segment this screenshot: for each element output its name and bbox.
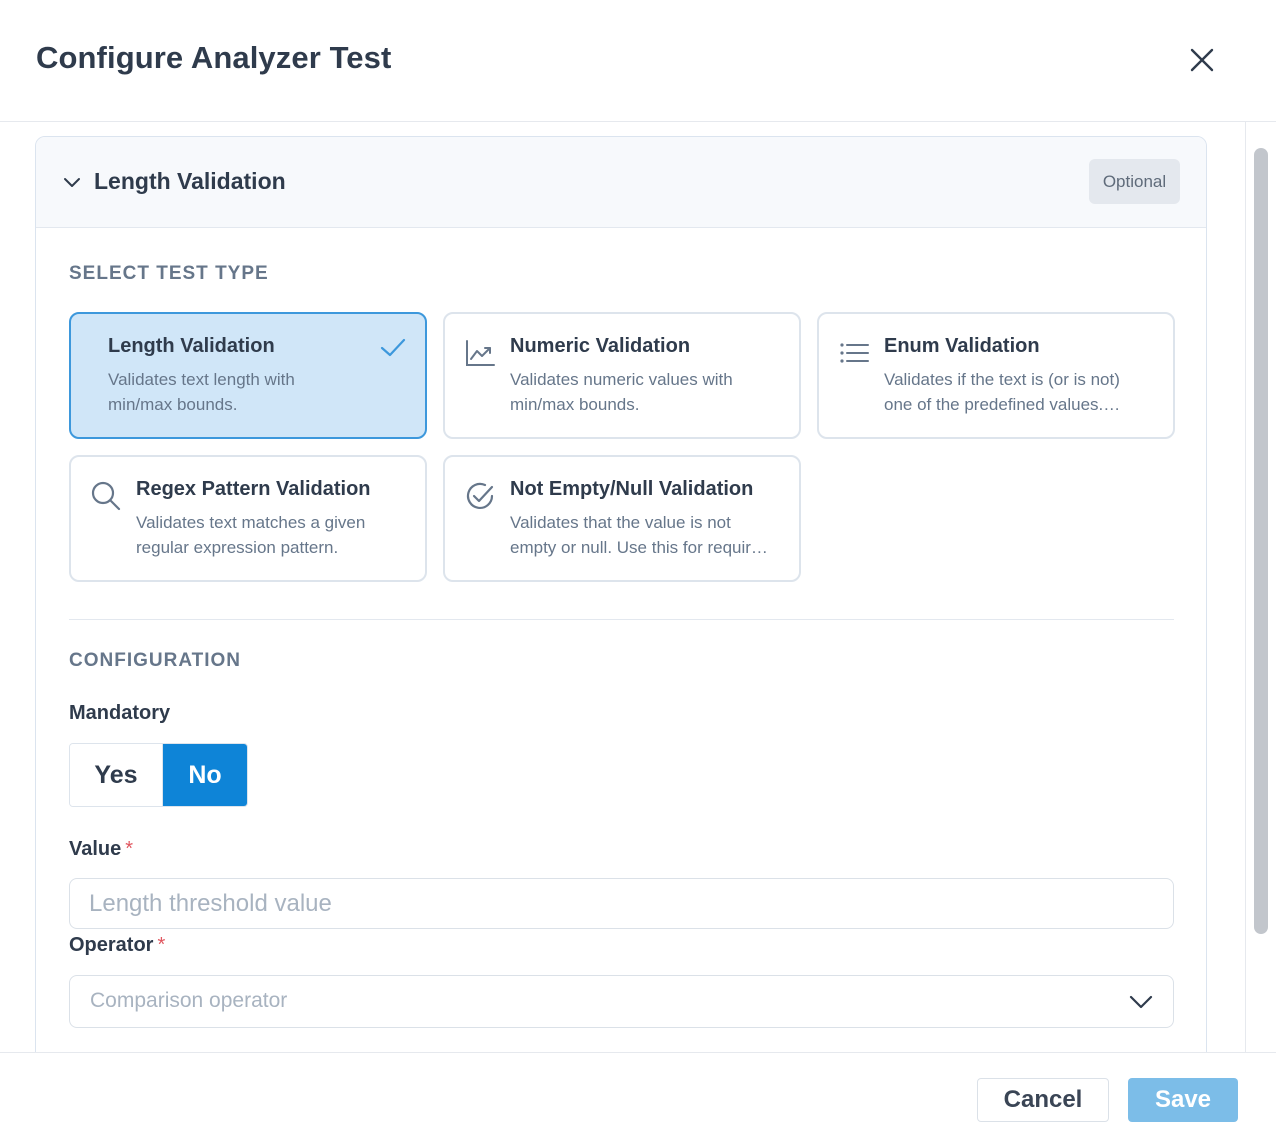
dialog-header: Configure Analyzer Test <box>0 0 1276 122</box>
card-title: Enum Validation <box>884 335 1040 357</box>
required-marker: * <box>157 934 166 956</box>
card-description-line: Validates if the text is (or is not) <box>884 370 1120 389</box>
card-title: Not Empty/Null Validation <box>510 478 754 500</box>
card-description: Validates numeric values with min/max bo… <box>510 367 780 417</box>
test-type-card-numeric[interactable]: Numeric Validation Validates numeric val… <box>443 312 801 439</box>
panel-title: Length Validation <box>94 168 286 194</box>
value-input[interactable] <box>69 878 1174 929</box>
card-title: Numeric Validation <box>510 335 691 357</box>
scrollbar[interactable] <box>1245 122 1276 1052</box>
card-description-line: min/max bounds. <box>108 395 238 414</box>
chevron-down-icon[interactable] <box>62 173 82 193</box>
save-button[interactable]: Save <box>1128 1078 1238 1122</box>
mandatory-yes-option[interactable]: Yes <box>70 744 163 806</box>
cancel-button[interactable]: Cancel <box>977 1078 1109 1122</box>
configuration-label: CONFIGURATION <box>69 650 242 671</box>
test-type-card-length[interactable]: Length Validation Validates text length … <box>69 312 427 439</box>
section-divider <box>69 619 1174 620</box>
card-description-line: Validates text matches a given <box>136 513 366 532</box>
dialog-body: Length Validation Optional SELECT TEST T… <box>0 122 1276 1052</box>
close-icon <box>1190 48 1214 72</box>
operator-label: Operator * <box>69 934 165 957</box>
card-description: Validates text matches a given regular e… <box>136 510 406 560</box>
card-description-line: regular expression pattern. <box>136 538 339 557</box>
card-description-line: Validates text length with <box>108 370 295 389</box>
operator-select[interactable]: Comparison operator <box>69 975 1174 1028</box>
search-icon <box>91 481 121 511</box>
length-validation-panel: Length Validation Optional SELECT TEST T… <box>35 136 1207 1052</box>
select-test-type-label: SELECT TEST TYPE <box>69 263 269 284</box>
mandatory-label: Mandatory <box>69 702 171 724</box>
test-type-card-not-empty[interactable]: Not Empty/Null Validation Validates that… <box>443 455 801 582</box>
check-circle-icon <box>466 482 494 509</box>
checkmark-icon <box>380 338 406 357</box>
mandatory-toggle: Yes No <box>69 743 248 807</box>
dialog-title: Configure Analyzer Test <box>36 40 392 75</box>
chart-trend-icon <box>466 340 495 366</box>
operator-label-text: Operator <box>69 934 154 956</box>
list-icon <box>840 343 869 363</box>
chevron-down-icon <box>1129 995 1153 1009</box>
optional-badge: Optional <box>1089 159 1180 204</box>
card-description: Validates text length with min/max bound… <box>108 367 378 417</box>
card-description-line: Validates numeric values with <box>510 370 733 389</box>
card-description-line: min/max bounds. <box>510 395 640 414</box>
card-description-line: Validates that the value is not <box>510 513 731 532</box>
test-type-card-enum[interactable]: Enum Validation Validates if the text is… <box>817 312 1175 439</box>
operator-placeholder: Comparison operator <box>90 989 288 1012</box>
card-description: Validates if the text is (or is not) one… <box>884 367 1154 417</box>
card-title: Length Validation <box>108 335 275 357</box>
value-label: Value * <box>69 838 133 861</box>
dialog-footer: Cancel Save <box>0 1052 1276 1144</box>
test-type-card-regex[interactable]: Regex Pattern Validation Validates text … <box>69 455 427 582</box>
panel-header[interactable]: Length Validation Optional <box>36 137 1206 228</box>
card-title: Regex Pattern Validation <box>136 478 371 500</box>
required-marker: * <box>125 838 134 860</box>
scrollbar-thumb[interactable] <box>1254 148 1268 934</box>
mandatory-no-option[interactable]: No <box>162 744 247 806</box>
card-description-line: one of the predefined values.… <box>884 395 1121 414</box>
value-label-text: Value <box>69 838 122 860</box>
close-button[interactable] <box>1184 42 1220 78</box>
card-description-line: empty or null. Use this for requir… <box>510 538 768 557</box>
card-description: Validates that the value is not empty or… <box>510 510 780 560</box>
